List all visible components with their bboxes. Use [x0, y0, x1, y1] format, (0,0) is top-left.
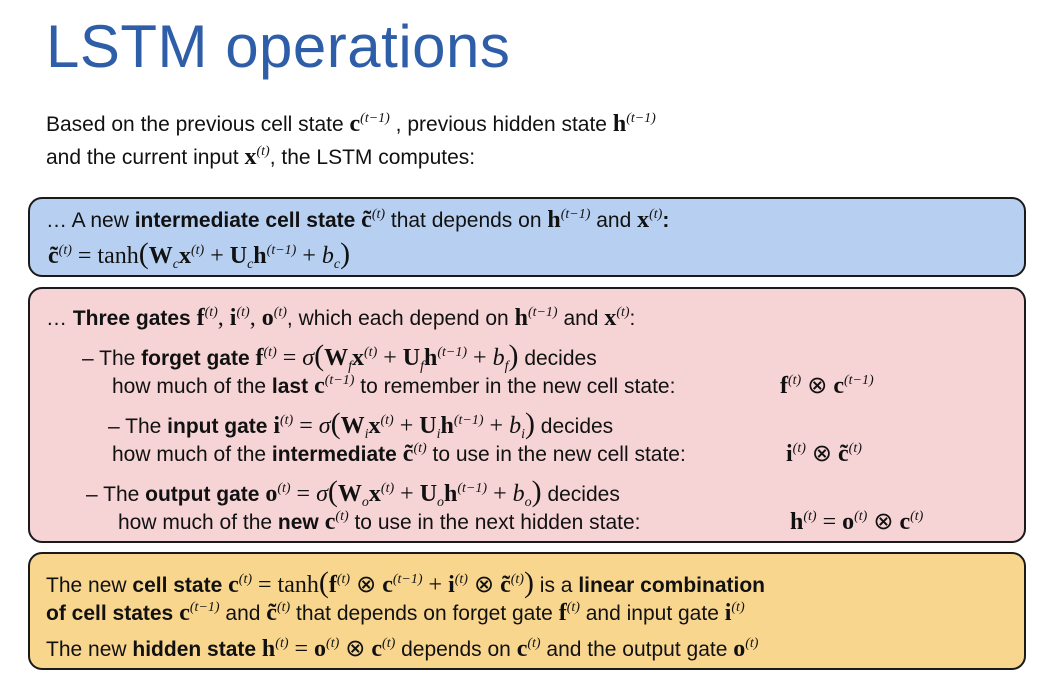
- intro-text: Based on the previous cell state c(t−1) …: [46, 108, 656, 174]
- forget-gate-product: f(t) ⊗ c(t−1): [780, 373, 874, 399]
- box1-line-1: … A new intermediate cell state c̃(t) th…: [46, 207, 670, 233]
- input-gate-line: – The input gate i(t) = σ(Wix(t) + Uih(t…: [108, 407, 614, 442]
- input-gate-product: i(t) ⊗ c̃(t): [786, 441, 862, 467]
- box1-equation: c̃(t) = tanh(Wcx(t) + Uch(t−1) + bc): [48, 237, 351, 272]
- new-states-box: The new cell state c(t) = tanh(f(t) ⊗ c(…: [28, 552, 1026, 670]
- box3-line-3: The new hidden state h(t) = o(t) ⊗ c(t) …: [46, 636, 759, 662]
- output-gate-description: how much of the new c(t) to use in the n…: [118, 509, 641, 535]
- output-gate-product: h(t) = o(t) ⊗ c(t): [790, 509, 924, 535]
- box3-line-1: The new cell state c(t) = tanh(f(t) ⊗ c(…: [46, 566, 766, 599]
- intermediate-cell-state-box: … A new intermediate cell state c̃(t) th…: [28, 197, 1026, 277]
- box2-line-1: … Three gates f(t), i(t), o(t), which ea…: [46, 305, 636, 331]
- input-gate-description: how much of the intermediate c̃(t) to us…: [112, 441, 686, 467]
- output-gate-line: – The output gate o(t) = σ(Wox(t) + Uoh(…: [86, 475, 620, 510]
- forget-gate-description: how much of the last c(t−1) to remember …: [112, 373, 676, 399]
- three-gates-box: … Three gates f(t), i(t), o(t), which ea…: [28, 287, 1026, 543]
- page-title: LSTM operations: [46, 13, 511, 80]
- forget-gate-line: – The forget gate f(t) = σ(Wfx(t) + Ufh(…: [82, 339, 597, 374]
- box3-line-2: of cell states c(t−1) and c̃(t) that dep…: [46, 600, 745, 626]
- intro-line-1: Based on the previous cell state c(t−1) …: [46, 111, 656, 137]
- intro-line-2: and the current input x(t), the LSTM com…: [46, 144, 476, 170]
